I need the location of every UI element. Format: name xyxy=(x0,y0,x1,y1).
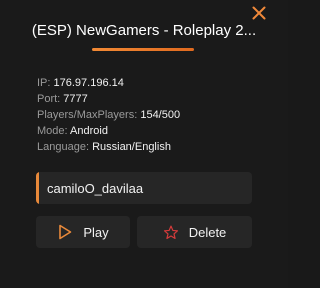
ip-label: IP: xyxy=(37,77,51,89)
mode-value: Android xyxy=(70,125,108,137)
close-button[interactable] xyxy=(250,4,268,22)
server-dialog: (ESP) NewGamers - Roleplay 2... IP: 176.… xyxy=(0,0,288,288)
title-underline xyxy=(92,48,194,51)
nickname-input[interactable] xyxy=(47,172,247,204)
play-label: Play xyxy=(83,224,109,240)
play-icon xyxy=(57,224,73,240)
players-value: 154/500 xyxy=(140,109,181,121)
mode-label: Mode: xyxy=(37,125,68,137)
server-info: IP: 176.97.196.14 Port: 7777 Players/Max… xyxy=(37,75,180,155)
info-row-language: Language: Russian/English xyxy=(37,139,180,155)
nickname-accent-bar xyxy=(36,172,39,204)
server-title: (ESP) NewGamers - Roleplay 2... xyxy=(31,22,257,39)
nickname-field[interactable] xyxy=(36,172,252,204)
close-icon xyxy=(252,6,266,20)
language-value: Russian/English xyxy=(92,141,171,153)
info-row-ip: IP: 176.97.196.14 xyxy=(37,75,180,91)
info-row-mode: Mode: Android xyxy=(37,123,180,139)
port-value: 7777 xyxy=(63,93,88,105)
star-icon xyxy=(163,224,179,240)
play-button[interactable]: Play xyxy=(36,216,130,248)
delete-button[interactable]: Delete xyxy=(137,216,252,248)
language-label: Language: xyxy=(37,141,89,153)
info-row-players: Players/MaxPlayers: 154/500 xyxy=(37,107,180,123)
port-label: Port: xyxy=(37,93,61,105)
delete-label: Delete xyxy=(188,224,227,240)
info-row-port: Port: 7777 xyxy=(37,91,180,107)
ip-value: 176.97.196.14 xyxy=(53,77,124,89)
players-label: Players/MaxPlayers: xyxy=(37,109,138,121)
